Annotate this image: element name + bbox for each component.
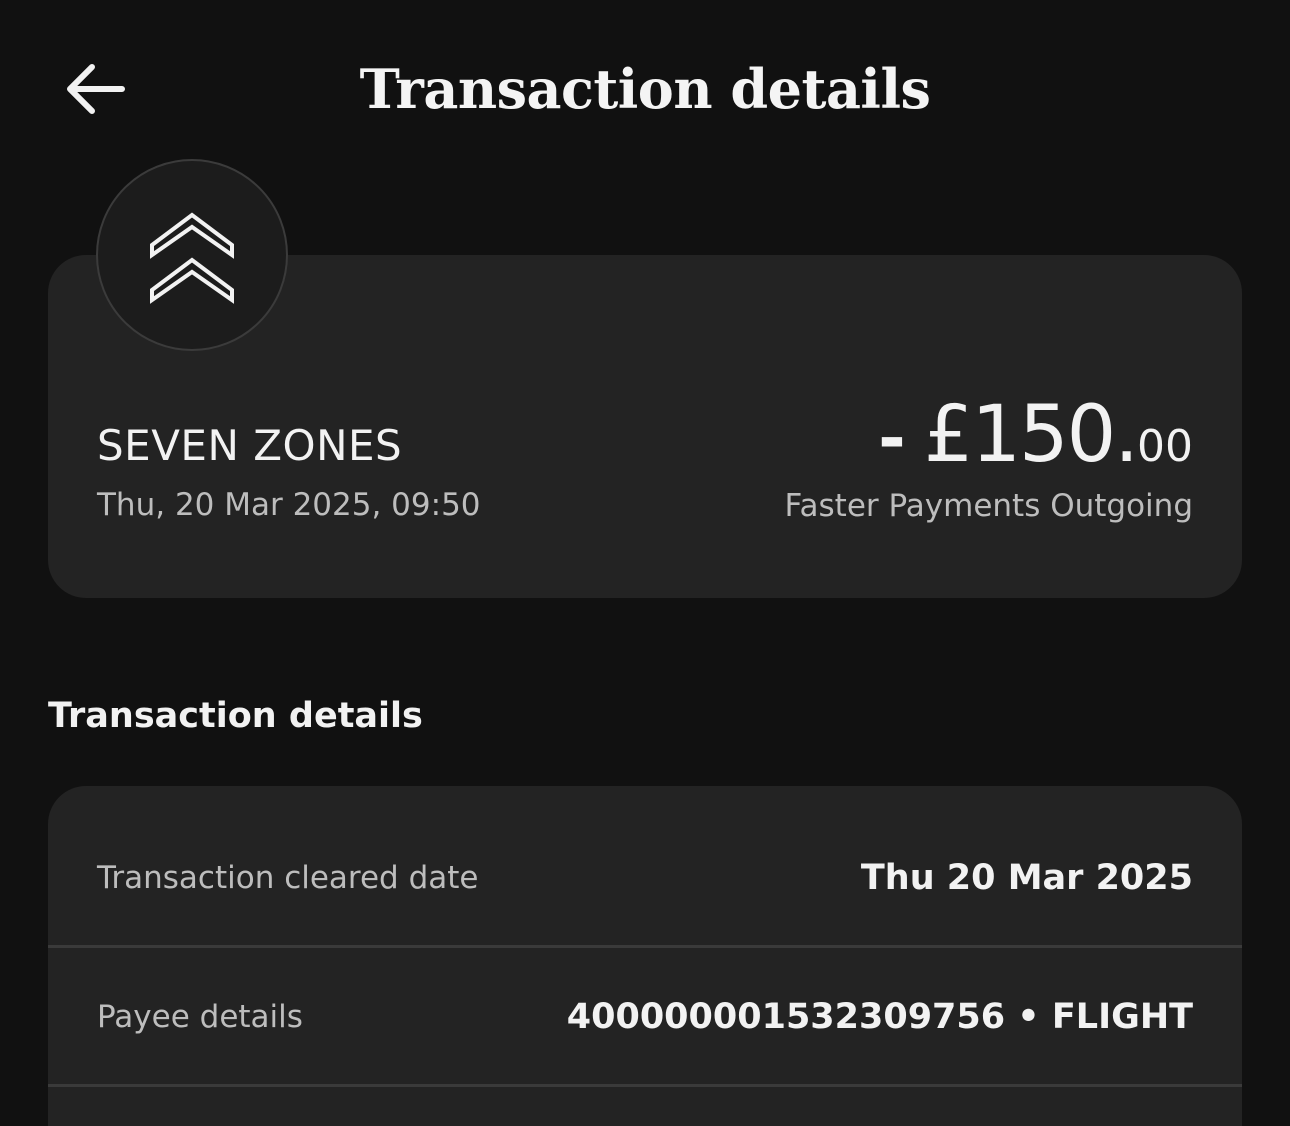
page-title: Transaction details — [359, 57, 931, 121]
detail-label: Transaction cleared date — [97, 859, 479, 896]
detail-value: 400000001532309756 • FLIGHT — [566, 996, 1193, 1037]
section-heading: Transaction details — [48, 696, 423, 736]
amount-decimal: 00 — [1137, 421, 1193, 472]
transaction-amount: - £150.00 — [878, 392, 1193, 499]
detail-row-cleared-date: Transaction cleared date Thu 20 Mar 2025 — [48, 810, 1242, 948]
transaction-datetime: Thu, 20 Mar 2025, 09:50 — [97, 487, 481, 523]
amount-main: £150. — [923, 390, 1139, 480]
detail-label: Payee details — [97, 998, 303, 1035]
transaction-details-card: Transaction cleared date Thu 20 Mar 2025… — [48, 786, 1242, 1126]
payment-type: Faster Payments Outgoing — [784, 488, 1193, 524]
merchant-logo — [96, 159, 288, 351]
double-chevron-up-icon — [150, 212, 234, 304]
detail-row-payee-details: Payee details 400000001532309756 • FLIGH… — [48, 949, 1242, 1087]
amount-sign: - — [878, 400, 906, 477]
detail-value: Thu 20 Mar 2025 — [860, 857, 1193, 898]
merchant-name: SEVEN ZONES — [97, 421, 403, 470]
